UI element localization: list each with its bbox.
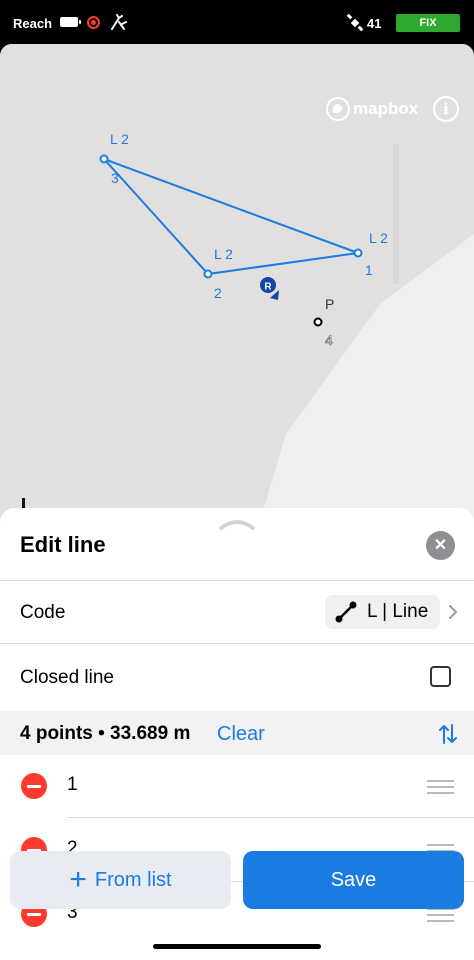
closed-line-checkbox[interactable] <box>430 666 451 687</box>
save-button[interactable]: Save <box>243 851 464 909</box>
line-code-icon <box>335 601 357 623</box>
point-number-3: 3 <box>111 170 119 186</box>
line-vertex-1 <box>353 248 363 258</box>
plus-icon: + <box>69 863 87 896</box>
closed-line-label: Closed line <box>20 667 114 688</box>
point-label-4: P <box>325 296 334 312</box>
point-label-3: L 2 <box>110 131 129 147</box>
sheet-title: Edit line <box>20 532 106 557</box>
satellite-count: 41 <box>367 16 382 31</box>
point-row-label: 1 <box>67 774 78 795</box>
home-indicator <box>153 944 321 949</box>
code-selector[interactable]: L | Line <box>325 595 440 629</box>
points-summary: 4 points • 33.689 m <box>20 723 191 744</box>
sheet-grabber-chevron-icon[interactable] <box>219 518 255 530</box>
mapbox-logo: mapbox <box>326 96 418 122</box>
survey-tool-icon <box>111 14 127 30</box>
divider <box>0 580 474 581</box>
points-summary-bar: 4 points • 33.689 m Clear <box>0 711 474 755</box>
from-list-button[interactable]: + From list <box>10 851 231 909</box>
battery-icon <box>60 17 81 27</box>
map-canvas: R L 2 3 L 2 2 L 2 1 P 4 <box>0 44 474 564</box>
edit-line-sheet: Edit line ✕ Code L | Line Closed line 4 … <box>0 508 474 960</box>
close-button[interactable]: ✕ <box>426 531 455 560</box>
info-icon[interactable]: i <box>433 96 459 122</box>
satellite-icon <box>346 14 364 32</box>
status-app-name: Reach <box>13 16 53 31</box>
divider <box>0 643 474 644</box>
point-label-2: L 2 <box>214 246 233 262</box>
status-bar: Reach 41 FIX <box>0 0 474 44</box>
line-vertex-3 <box>99 154 109 164</box>
code-label: Code <box>20 602 66 623</box>
survey-point-4 <box>313 317 323 327</box>
line-vertex-2 <box>203 269 213 279</box>
drag-handle-icon[interactable] <box>427 780 454 794</box>
point-number-4: 4 <box>325 332 333 348</box>
from-list-label: From list <box>94 868 172 891</box>
list-item: 1 <box>0 754 474 818</box>
map-view[interactable]: R L 2 3 L 2 2 L 2 1 P 4 mapbox i 6 m <box>0 44 474 564</box>
drag-handle-icon[interactable] <box>427 908 454 922</box>
code-value: L | Line <box>367 601 429 622</box>
sort-arrows-icon[interactable] <box>437 723 459 745</box>
mapbox-wordmark: mapbox <box>353 99 419 118</box>
recording-icon <box>87 16 100 29</box>
rover-label: R <box>264 282 272 293</box>
point-label-1: L 2 <box>369 230 388 246</box>
fix-status-badge: FIX <box>396 14 460 32</box>
point-number-2: 2 <box>214 285 222 301</box>
point-number-1: 1 <box>365 262 373 278</box>
remove-point-button[interactable] <box>21 773 47 799</box>
clear-button[interactable]: Clear <box>217 723 265 746</box>
mapbox-logo-icon <box>326 97 350 121</box>
chevron-right-icon <box>449 605 458 619</box>
